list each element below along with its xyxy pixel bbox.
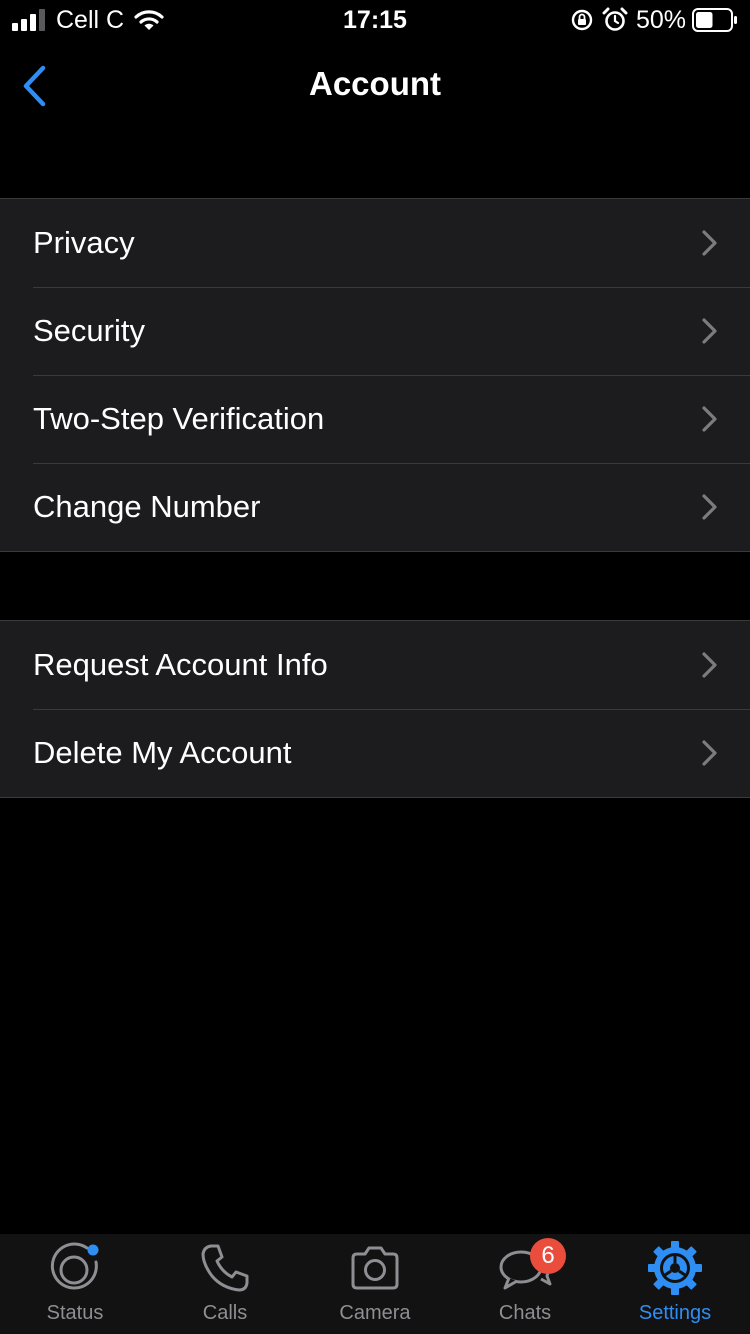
- tab-camera[interactable]: Camera: [300, 1234, 450, 1334]
- two-step-verification-row[interactable]: Two-Step Verification: [0, 375, 750, 463]
- chevron-right-icon: [702, 318, 717, 344]
- security-row[interactable]: Security: [0, 287, 750, 375]
- tab-settings[interactable]: Settings: [600, 1234, 750, 1334]
- tab-status[interactable]: Status: [0, 1234, 150, 1334]
- page-title: Account: [309, 65, 441, 102]
- chevron-right-icon: [702, 652, 717, 678]
- tab-label: Calls: [202, 1302, 248, 1324]
- change-number-row[interactable]: Change Number: [0, 463, 750, 551]
- status-icon: [50, 1242, 99, 1290]
- row-label: Delete My Account: [33, 735, 292, 770]
- gear-icon: [648, 1241, 702, 1295]
- tab-label: Camera: [339, 1302, 411, 1324]
- phone-icon: [201, 1244, 249, 1292]
- row-label: Request Account Info: [33, 647, 328, 682]
- account-settings-group: Privacy Security Two-Step Verification C…: [0, 198, 750, 552]
- tab-label: Settings: [638, 1302, 712, 1324]
- row-label: Security: [33, 313, 145, 348]
- chevron-right-icon: [702, 406, 717, 432]
- chevron-right-icon: [702, 494, 717, 520]
- chevron-right-icon: [702, 740, 717, 766]
- status-bar: Cell C 17:15 50%: [0, 0, 750, 40]
- rotation-lock-icon: [571, 9, 593, 31]
- tab-label: Chats: [498, 1302, 552, 1324]
- tab-bar: Status Calls Camera 6 Chats Settings: [0, 1234, 750, 1334]
- alarm-icon: [602, 7, 628, 31]
- delete-my-account-row[interactable]: Delete My Account: [0, 709, 750, 797]
- row-label: Two-Step Verification: [33, 401, 325, 436]
- status-bar-right: 50%: [570, 6, 738, 34]
- navigation-bar: Account: [0, 44, 750, 128]
- privacy-row[interactable]: Privacy: [0, 199, 750, 287]
- chevron-right-icon: [702, 230, 717, 256]
- tab-calls[interactable]: Calls: [150, 1234, 300, 1334]
- row-label: Change Number: [33, 489, 261, 524]
- tab-label: Status: [46, 1302, 104, 1324]
- account-data-group: Request Account Info Delete My Account: [0, 620, 750, 798]
- battery-percent: 50%: [635, 5, 686, 34]
- request-account-info-row[interactable]: Request Account Info: [0, 621, 750, 709]
- camera-icon: [351, 1246, 399, 1290]
- tab-chats[interactable]: 6 Chats: [450, 1234, 600, 1334]
- row-label: Privacy: [33, 225, 135, 260]
- battery-icon: [692, 8, 737, 32]
- unread-badge: 6: [530, 1238, 566, 1274]
